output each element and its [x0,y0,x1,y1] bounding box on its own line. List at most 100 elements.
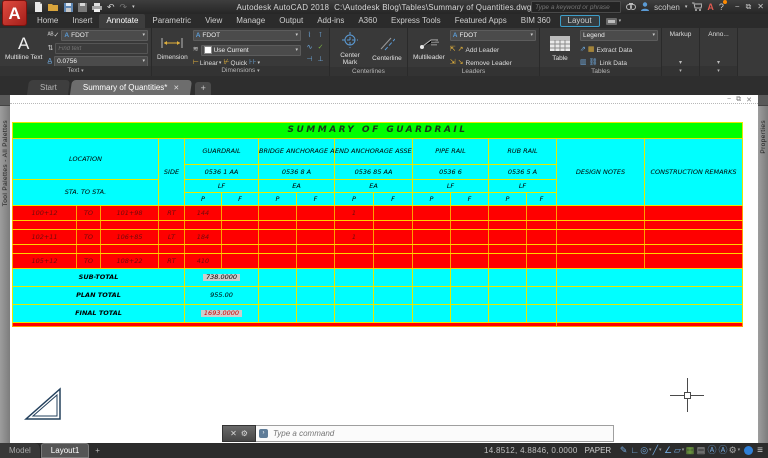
mleader-style-dropdown[interactable]: A FDOT ▾ [450,30,536,41]
multiline-text-button[interactable]: A Multiline Text [3,30,44,67]
user-avatar-icon[interactable] [641,2,649,13]
ortho-icon[interactable]: ∟ [629,443,640,458]
help-button[interactable]: ? [719,2,724,12]
tab-layout[interactable]: Layout [560,15,600,27]
oblique-icon[interactable]: ⊣ [306,56,312,64]
drawing-restore-icon[interactable]: ⧉ [736,96,741,104]
help-search-box[interactable] [531,1,621,13]
panel-label-dimensions[interactable]: Dimensions ▾ [152,66,329,76]
table-row[interactable]: 102+11TO106+85LT 184 1 [13,230,743,245]
tab-insert[interactable]: Insert [65,14,99,28]
recent-commands-icon[interactable]: › [259,429,268,438]
search-binoculars-icon[interactable] [626,3,636,12]
panel-label-tables[interactable]: Tables [540,67,661,76]
add-leader-button[interactable]: Add Leader [466,47,500,54]
undo-icon[interactable]: ↶ [107,2,115,12]
jog-line-icon[interactable]: ∿ [307,44,313,52]
app-store-cart-icon[interactable] [692,2,702,13]
chevron-down-icon[interactable]: ▾ [738,443,741,458]
redo-icon[interactable]: ↷ [120,2,128,12]
extract-data-button[interactable]: Extract Data [597,47,633,54]
chevron-down-icon[interactable]: ▾ [659,443,662,458]
dim-style-dropdown[interactable]: A FDOT ▾ [193,30,301,41]
user-menu-caret-icon[interactable]: ▾ [685,2,688,12]
plan-total-row[interactable]: PLAN TOTAL 955.00 [13,287,743,305]
signed-in-user[interactable]: scohen [654,3,680,12]
tab-parametric[interactable]: Parametric [145,14,198,28]
tab-express-tools[interactable]: Express Tools [384,14,448,28]
tab-annotate[interactable]: Annotate [99,14,145,28]
workspace-icon[interactable]: ⚙▾ [729,443,741,458]
summary-of-quantities-table[interactable]: SUMMARY OF GUARDRAIL LOCATION SIDE GUARD… [12,122,743,327]
table-row[interactable]: 100+12TO101+98RT 144 1 [13,206,743,221]
panel-label-centerlines[interactable]: Centerlines [330,67,407,76]
panel-markup[interactable]: Markup ▾ ▾ [662,28,700,76]
centerline-button[interactable]: Centerline [370,30,404,67]
customize-wrench-icon[interactable]: ⚙ [241,429,248,438]
command-input[interactable] [271,428,610,439]
dynamic-input-icon[interactable]: ▦ [685,443,696,458]
properties-strip[interactable]: Properties [758,95,768,443]
table-row[interactable]: 105+12TO108+22RT 410 [13,254,743,269]
clean-screen-icon[interactable] [744,446,753,455]
palette-grip-icon[interactable] [758,95,768,106]
dim-layer-dropdown[interactable]: Use Current ▾ [201,45,301,56]
table-style-dropdown[interactable]: Legend ▾ [580,30,658,41]
file-tab-summary-of-quantities[interactable]: Summary of Quantities*✕ [70,80,192,95]
file-tab-start[interactable]: Start [27,80,70,95]
find-text-input[interactable] [55,43,148,54]
command-line-handle[interactable]: ✕ ⚙ [222,425,256,442]
drawing-minimize-icon[interactable]: − [727,96,731,104]
new-drawing-tab-button[interactable]: + [195,82,211,95]
lineweight-icon[interactable]: ▤ [696,443,707,458]
save-as-icon[interactable] [78,3,87,12]
tab-a360[interactable]: A360 [351,14,384,28]
model-tab[interactable]: Model [0,443,41,458]
dynamic-ucs-icon[interactable]: ▱▾ [674,443,685,458]
tab-view[interactable]: View [198,14,229,28]
palette-grip-icon[interactable] [0,95,10,106]
leader-align-icon[interactable]: ⇲ [450,59,456,67]
isodraft-icon[interactable]: ∠ [663,443,674,458]
table-row[interactable] [13,245,743,254]
leader-collect-icon[interactable]: ⇱ [450,46,456,54]
close-button[interactable]: ✕ [757,2,764,12]
dimension-button[interactable]: Dimension [155,30,190,67]
sub-total-row[interactable]: SUB-TOTAL 738.0000 [13,269,743,287]
close-tab-icon[interactable]: ✕ [173,85,179,92]
link-data-button[interactable]: Link Data [600,60,627,67]
ribbon-display-toggle[interactable]: ▾ [602,14,626,28]
table-row[interactable] [13,221,743,230]
open-file-icon[interactable] [48,3,59,12]
tab-manage[interactable]: Manage [229,14,272,28]
tool-palettes-strip[interactable]: Tool Palettes - All Palettes [0,95,10,443]
final-total-row[interactable]: FINAL TOTAL 1693.0000 [13,305,743,323]
table-button[interactable]: Table [543,30,577,67]
inspect-icon[interactable]: ✓ [318,44,324,52]
polar-tracking-icon[interactable]: ◎▾ [640,443,651,458]
remove-leader-button[interactable]: Remove Leader [466,60,512,67]
paper-model-toggle[interactable]: PAPER [585,446,612,455]
layout1-tab[interactable]: Layout1 [41,443,89,458]
annotation-visibility-icon[interactable]: Ⓐ [718,443,729,458]
tab-bim360[interactable]: BIM 360 [514,14,558,28]
update-icon[interactable]: ⊥ [317,56,323,64]
new-layout-button[interactable]: + [89,446,106,455]
object-snap-icon[interactable]: ╱▾ [652,443,663,458]
drawing-close-icon[interactable]: ✕ [746,96,752,104]
tab-featured-apps[interactable]: Featured Apps [448,14,514,28]
annotation-objects-icon[interactable]: ✎ [618,443,629,458]
panel-label-annotation[interactable]: ▾ [700,66,737,76]
command-line-dock[interactable]: ✕ ⚙ › [222,425,614,442]
tab-home[interactable]: Home [30,14,65,28]
autodesk-account-icon[interactable]: A [707,2,714,12]
multileader-button[interactable]: Multileader [411,30,447,67]
annotation-scale-icon[interactable]: Ⓐ [707,443,718,458]
help-search-input[interactable] [532,4,627,11]
plot-icon[interactable] [92,3,102,12]
drawing-area[interactable]: − ⧉ ✕ SUMMARY OF GUARDRAIL LOCATION SIDE… [10,95,758,443]
new-file-icon[interactable] [34,2,43,12]
tab-add-ins[interactable]: Add-ins [310,14,351,28]
qat-menu-caret-icon[interactable]: ▾ [132,2,135,12]
restore-button[interactable]: ⧉ [746,2,752,12]
